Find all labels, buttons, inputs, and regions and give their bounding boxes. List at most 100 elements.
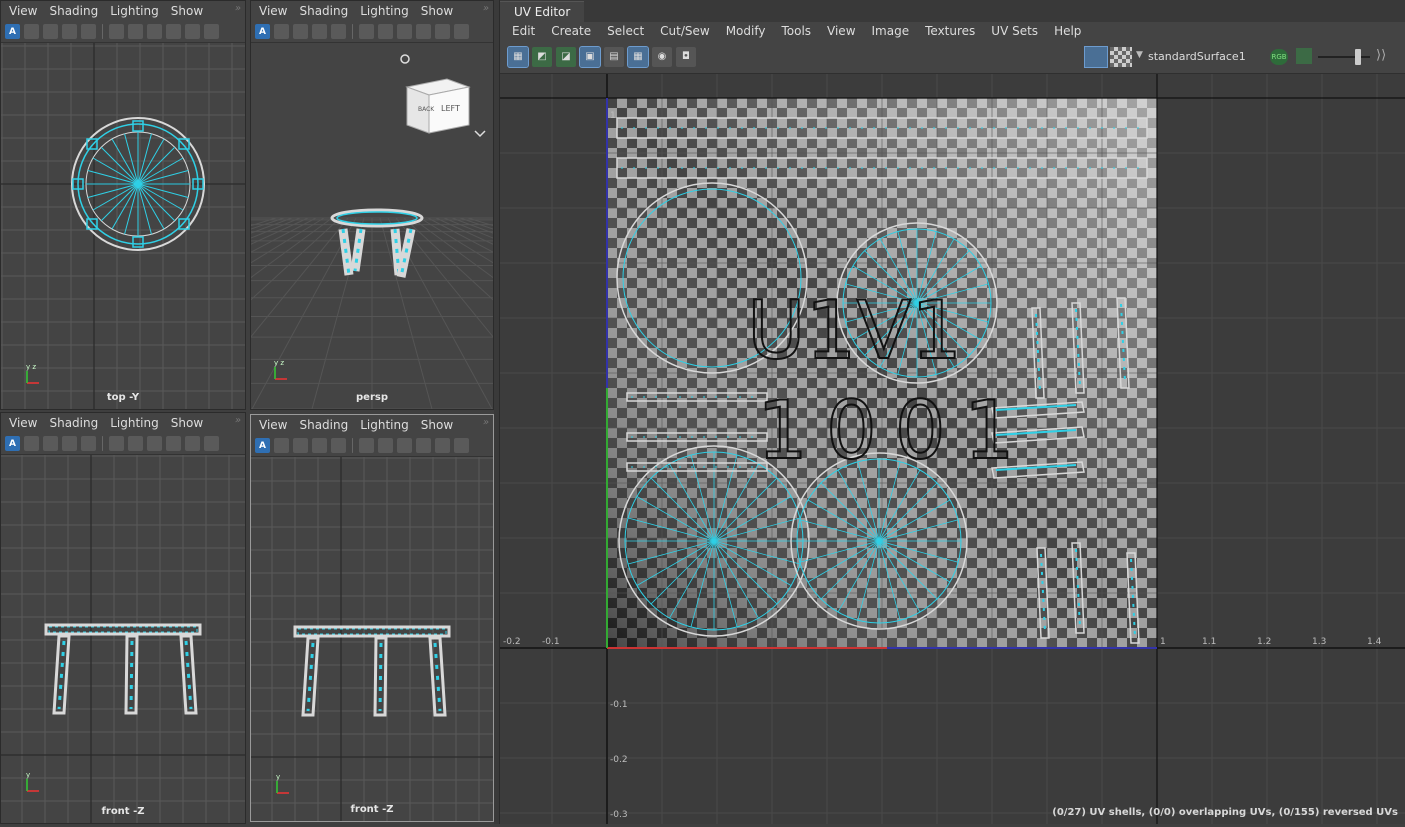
menu-show[interactable]: Show: [415, 1, 459, 21]
menu-view[interactable]: View: [3, 413, 43, 433]
menu-modify[interactable]: Modify: [718, 24, 774, 38]
viewport-front-left[interactable]: View Shading Lighting Show » A y front -…: [0, 412, 246, 824]
xray-icon[interactable]: [435, 24, 450, 39]
rgb-channel-icon[interactable]: RGB: [1270, 49, 1288, 65]
shader-name[interactable]: standardSurface1: [1148, 48, 1268, 66]
select-camera-icon[interactable]: [274, 438, 289, 453]
exposure-slider[interactable]: [1318, 56, 1370, 58]
all-objects-icon[interactable]: A: [255, 438, 270, 453]
grid-toggle-icon[interactable]: ▣: [579, 45, 601, 68]
more-icon[interactable]: »: [235, 415, 241, 426]
lighting-icon[interactable]: [331, 438, 346, 453]
all-objects-icon[interactable]: A: [5, 436, 20, 451]
camera-icon[interactable]: [109, 24, 124, 39]
film-gate-icon[interactable]: [128, 436, 143, 451]
chevron-down-icon[interactable]: [474, 130, 486, 138]
menu-shading[interactable]: Shading: [293, 1, 354, 21]
xray-icon[interactable]: [185, 24, 200, 39]
film-gate-icon[interactable]: [378, 24, 393, 39]
home-icon[interactable]: [400, 54, 410, 64]
select-camera-icon[interactable]: [24, 436, 39, 451]
viewport-front-right[interactable]: View Shading Lighting Show » A y front -…: [250, 414, 494, 822]
viewport-canvas[interactable]: y z top -Y: [1, 43, 245, 409]
menu-help[interactable]: Help: [1046, 24, 1089, 38]
menu-show[interactable]: Show: [415, 415, 459, 435]
bookmark-icon[interactable]: [147, 436, 162, 451]
viewport-persp[interactable]: View Shading Lighting Show » A BACK LEFT…: [250, 0, 494, 410]
viewport-top[interactable]: View Shading Lighting Show » A y z top -…: [0, 0, 246, 410]
chevron-down-icon[interactable]: ▼: [1136, 50, 1143, 60]
lighting-icon[interactable]: [331, 24, 346, 39]
bookmark-icon[interactable]: [397, 438, 412, 453]
menu-show[interactable]: Show: [165, 1, 209, 21]
menu-shading[interactable]: Shading: [293, 415, 354, 435]
lighting-icon[interactable]: [81, 436, 96, 451]
bookmark-icon[interactable]: [147, 24, 162, 39]
shaded-icon[interactable]: [312, 438, 327, 453]
pencil-icon[interactable]: [204, 24, 219, 39]
shaded-icon[interactable]: [62, 24, 77, 39]
isolate-icon[interactable]: [416, 24, 431, 39]
shaded-icon[interactable]: [62, 436, 77, 451]
grid-icon[interactable]: [43, 436, 58, 451]
viewport-canvas[interactable]: y front -Z: [1, 455, 245, 823]
menu-shading[interactable]: Shading: [43, 1, 104, 21]
select-camera-icon[interactable]: [24, 24, 39, 39]
grid-icon[interactable]: [293, 438, 308, 453]
menu-lighting[interactable]: Lighting: [354, 1, 415, 21]
bookmark-icon[interactable]: [397, 24, 412, 39]
uv-editor-tab[interactable]: UV Editor: [500, 1, 585, 22]
camera-icon[interactable]: [359, 438, 374, 453]
menu-image[interactable]: Image: [864, 24, 918, 38]
pencil-icon[interactable]: [204, 436, 219, 451]
xray-icon[interactable]: [435, 438, 450, 453]
slider-handle[interactable]: [1355, 49, 1361, 65]
film-gate-icon[interactable]: [128, 24, 143, 39]
expand-toolbar-icon[interactable]: ⟩⟩: [1376, 48, 1386, 63]
lighting-icon[interactable]: [81, 24, 96, 39]
snapshot-icon[interactable]: ◘: [676, 46, 696, 67]
more-icon[interactable]: »: [483, 3, 489, 14]
isolate-icon[interactable]: [416, 438, 431, 453]
menu-view[interactable]: View: [3, 1, 43, 21]
menu-tools[interactable]: Tools: [773, 24, 819, 38]
grid-icon[interactable]: [43, 24, 58, 39]
film-gate-icon[interactable]: [378, 438, 393, 453]
distortion-icon[interactable]: ◉: [652, 46, 672, 67]
image-display-icon[interactable]: [1084, 46, 1108, 68]
menu-view[interactable]: View: [253, 415, 293, 435]
viewcube[interactable]: BACK LEFT: [405, 78, 471, 134]
menu-view[interactable]: View: [819, 24, 863, 38]
checker-tiles-icon[interactable]: [1110, 47, 1132, 67]
menu-view[interactable]: View: [253, 1, 293, 21]
frontface-icon[interactable]: ◩: [532, 46, 552, 67]
uv-shell-icon[interactable]: ▦: [507, 45, 529, 68]
all-objects-icon[interactable]: A: [255, 24, 270, 39]
menu-lighting[interactable]: Lighting: [354, 415, 415, 435]
more-icon[interactable]: »: [235, 3, 241, 14]
menu-create[interactable]: Create: [543, 24, 599, 38]
snap-icon[interactable]: ▤: [604, 46, 624, 67]
viewcube-back-face[interactable]: BACK: [418, 106, 435, 113]
pencil-icon[interactable]: [454, 438, 469, 453]
shaded-icon[interactable]: [312, 24, 327, 39]
isolate-icon[interactable]: [166, 24, 181, 39]
menu-uv-sets[interactable]: UV Sets: [983, 24, 1046, 38]
backface-icon[interactable]: ◪: [556, 46, 576, 67]
camera-icon[interactable]: [109, 436, 124, 451]
grid-icon[interactable]: [293, 24, 308, 39]
isolate-icon[interactable]: [166, 436, 181, 451]
more-icon[interactable]: »: [483, 417, 489, 428]
menu-textures[interactable]: Textures: [917, 24, 983, 38]
xray-icon[interactable]: [185, 436, 200, 451]
viewcube-left-face[interactable]: LEFT: [441, 104, 460, 113]
menu-cut-sew[interactable]: Cut/Sew: [652, 24, 718, 38]
viewport-canvas[interactable]: BACK LEFT y z persp: [251, 43, 493, 409]
menu-edit[interactable]: Edit: [504, 24, 543, 38]
menu-show[interactable]: Show: [165, 413, 209, 433]
uv-canvas[interactable]: -0.2 -0.1 1 1.1 1.2 1.3 1.4 1 -0.1 -0.2 -0.3 U1V1 10…: [500, 74, 1405, 824]
camera-icon[interactable]: [359, 24, 374, 39]
menu-lighting[interactable]: Lighting: [104, 1, 165, 21]
checker-icon[interactable]: ▦: [627, 45, 649, 68]
menu-shading[interactable]: Shading: [43, 413, 104, 433]
